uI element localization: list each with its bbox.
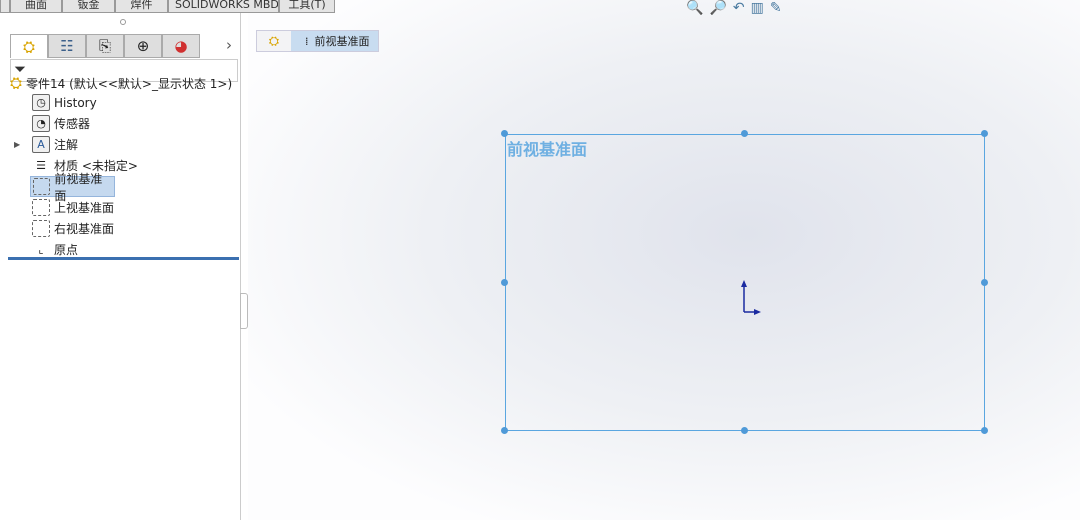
tree-item-top-plane[interactable]: 上视基准面 xyxy=(30,197,140,218)
plane-icon xyxy=(32,199,50,216)
origin-icon: ⌞ xyxy=(38,243,44,256)
plane-handle[interactable] xyxy=(501,279,508,286)
panel-collapse-handle[interactable] xyxy=(240,293,248,329)
zoom-to-area-icon[interactable]: 🔎 xyxy=(709,0,726,16)
plane-icon xyxy=(33,178,51,195)
annotation-folder-icon: A xyxy=(32,136,50,153)
breadcrumb-item[interactable]: ⁞ 前视基准面 xyxy=(291,31,378,51)
item-label: 右视基准面 xyxy=(54,222,115,236)
expand-arrow-icon[interactable]: ▶ xyxy=(14,140,20,149)
plane-handle[interactable] xyxy=(741,130,748,137)
tab-partial[interactable] xyxy=(0,0,10,13)
previous-view-icon[interactable]: ↶ xyxy=(733,0,745,16)
tab-weldments[interactable]: 焊件 xyxy=(115,0,168,13)
item-label: 原点 xyxy=(54,243,79,257)
tree-item-right-plane[interactable]: 右视基准面 xyxy=(30,218,140,239)
tab-sheetmetal[interactable]: 钣金 xyxy=(62,0,115,13)
plane-handle[interactable] xyxy=(981,130,988,137)
origin-icon xyxy=(741,280,761,315)
plane-handle[interactable] xyxy=(981,427,988,434)
panel-grip[interactable] xyxy=(120,19,126,25)
plane-handle[interactable] xyxy=(501,427,508,434)
breadcrumb-label: 前视基准面 xyxy=(314,35,370,48)
item-label: 注解 xyxy=(54,138,79,152)
chevron-right-icon[interactable]: › xyxy=(226,36,232,54)
feature-manager-icon[interactable]: ⛭ xyxy=(10,34,48,58)
dimxpert-icon[interactable]: ⊕ xyxy=(124,34,162,58)
plane-icon: ⁞ xyxy=(305,34,309,48)
tab-mbd[interactable]: SOLIDWORKS MBD xyxy=(168,0,279,13)
tab-tools[interactable]: 工具(T) xyxy=(279,0,335,13)
plane-handle[interactable] xyxy=(981,279,988,286)
tree-item-sensors[interactable]: ◔ 传感器 xyxy=(30,113,140,134)
property-manager-icon[interactable]: ☷ xyxy=(48,34,86,58)
history-folder-icon: ◷ xyxy=(32,94,50,111)
command-tabs: 曲面 钣金 焊件 SOLIDWORKS MBD 工具(T) xyxy=(0,0,335,13)
feature-tree: ◷ History ◔ 传感器 ▶ A 注解 ☰ 材质 <未指定> 前视基准面 上视基准面… xyxy=(14,92,140,260)
root-label: 零件14 (默认<<默认>_显示状态 1>) xyxy=(26,76,233,91)
configuration-manager-icon[interactable]: ⎘ xyxy=(86,34,124,58)
dynamic-annotation-icon[interactable]: ✎ xyxy=(770,0,782,16)
tab-surface[interactable]: 曲面 xyxy=(10,0,62,13)
rollback-bar[interactable] xyxy=(8,257,239,260)
tree-item-front-plane[interactable]: 前视基准面 xyxy=(30,172,115,203)
zoom-to-fit-icon[interactable]: 🔍 xyxy=(686,0,703,16)
plane-label: 前视基准面 xyxy=(507,140,588,159)
display-manager-icon[interactable]: ◕ xyxy=(162,34,200,58)
view-toolbar: 🔍 🔎 ↶ ▥ ✎ xyxy=(686,0,782,16)
part-icon[interactable]: ⛭ xyxy=(257,34,291,49)
plane-icon xyxy=(32,220,50,237)
item-label: 传感器 xyxy=(54,117,91,131)
item-label: History xyxy=(54,95,97,110)
part-icon: ⛭ xyxy=(10,74,23,92)
sensor-folder-icon: ◔ xyxy=(32,115,50,132)
plane-handle[interactable] xyxy=(741,427,748,434)
section-view-icon[interactable]: ▥ xyxy=(751,0,764,16)
material-icon: ☰ xyxy=(36,159,46,172)
tree-item-annotations[interactable]: ▶ A 注解 xyxy=(14,134,140,155)
item-label: 上视基准面 xyxy=(54,201,115,215)
tree-item-history[interactable]: ◷ History xyxy=(30,92,140,113)
breadcrumb: ⛭ ⁞ 前视基准面 xyxy=(256,30,379,52)
plane-handle[interactable] xyxy=(501,130,508,137)
tree-root[interactable]: ⛭ 零件14 (默认<<默认>_显示状态 1>) xyxy=(10,74,232,92)
